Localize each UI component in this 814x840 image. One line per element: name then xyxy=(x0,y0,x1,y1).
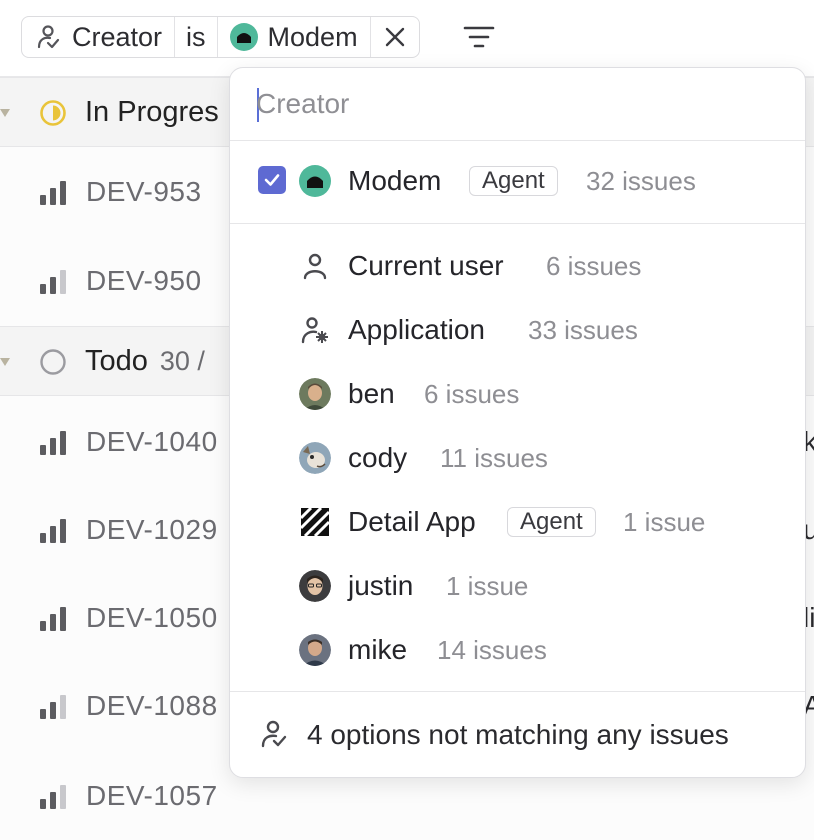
issue-id: DEV-1088 xyxy=(86,690,218,721)
option-justin[interactable]: justin 1 issue xyxy=(230,554,805,618)
issue-count: 11 issues xyxy=(440,442,548,473)
creator-icon xyxy=(261,720,287,748)
filter-operator-button[interactable]: is xyxy=(175,17,218,57)
filter-value-button[interactable]: Modem xyxy=(218,17,371,57)
divider xyxy=(230,223,805,224)
clear-filter-button[interactable] xyxy=(371,17,419,57)
creator-icon xyxy=(37,25,60,49)
issue-id: DEV-1057 xyxy=(86,780,218,811)
group-title-text: Todo xyxy=(85,344,148,377)
option-detail-app[interactable]: Detail App Agent 1 issue xyxy=(230,490,805,554)
group-title: In Progres xyxy=(85,95,219,128)
collapse-triangle-icon xyxy=(0,109,10,117)
issue-count: 32 issues xyxy=(586,165,696,196)
option-label: cody xyxy=(348,442,408,473)
high-priority-icon xyxy=(40,431,68,455)
issue-count: 1 issue xyxy=(446,570,529,601)
agent-badge: Agent xyxy=(469,166,558,196)
checkbox-checked[interactable] xyxy=(258,166,286,194)
issue-id: DEV-1050 xyxy=(86,602,218,633)
filter-field-button[interactable]: Creator xyxy=(22,17,176,57)
option-label: Application xyxy=(348,314,485,345)
issue-count: 1 issue xyxy=(623,506,706,537)
high-priority-icon xyxy=(40,607,68,631)
agent-badge: Agent xyxy=(507,507,596,537)
filter-value-label: Modem xyxy=(267,21,358,52)
medium-priority-icon xyxy=(40,785,68,809)
creator-search-input[interactable] xyxy=(256,84,776,124)
option-cody[interactable]: cody 11 issues xyxy=(230,426,805,490)
creator-filter-dropdown: Modem Agent 32 issues Current user 6 iss… xyxy=(229,67,806,778)
filter-chip: Creator is Modem xyxy=(21,16,420,58)
checkmark-icon xyxy=(264,174,280,186)
group-title: Todo 30 / xyxy=(85,345,205,378)
application-user-icon xyxy=(301,317,328,344)
close-icon xyxy=(385,27,404,47)
dropdown-search xyxy=(230,68,805,141)
justin-avatar-icon xyxy=(299,570,331,602)
filter-lines-icon[interactable] xyxy=(462,22,496,52)
filter-field-label: Creator xyxy=(72,21,163,52)
issue-count: 33 issues xyxy=(528,314,638,345)
option-label: Current user xyxy=(348,250,504,281)
issue-count: 6 issues xyxy=(424,378,520,409)
option-current-user[interactable]: Current user 6 issues xyxy=(230,234,805,298)
user-icon xyxy=(303,253,327,280)
in-progress-icon xyxy=(40,100,66,126)
option-label: mike xyxy=(348,634,408,665)
medium-priority-icon xyxy=(40,695,68,719)
option-label: ben xyxy=(348,378,395,409)
issue-id: DEV-1029 xyxy=(86,514,218,545)
option-label: justin xyxy=(348,570,414,601)
group-count: 30 / xyxy=(159,345,205,376)
option-ben[interactable]: ben 6 issues xyxy=(230,362,805,426)
medium-priority-icon xyxy=(40,270,68,294)
dropdown-footer[interactable]: 4 options not matching any issues xyxy=(230,691,805,777)
high-priority-icon xyxy=(40,181,68,205)
todo-circle-icon xyxy=(40,349,66,375)
filter-operator-label: is xyxy=(186,21,206,52)
cody-avatar-icon xyxy=(299,442,331,474)
issue-id: DEV-953 xyxy=(86,176,202,207)
issue-id: DEV-950 xyxy=(86,265,202,296)
issue-count: 14 issues xyxy=(437,634,547,665)
option-application[interactable]: Application 33 issues xyxy=(230,298,805,362)
collapse-triangle-icon xyxy=(0,358,10,366)
high-priority-icon xyxy=(40,519,68,543)
footer-text: 4 options not matching any issues xyxy=(307,718,729,750)
mike-avatar-icon xyxy=(299,634,331,666)
option-label: Modem xyxy=(348,165,442,196)
ben-avatar-icon xyxy=(299,378,331,410)
issue-count: 6 issues xyxy=(546,250,642,281)
filter-bar: Creator is Modem xyxy=(0,0,814,77)
modem-avatar-icon xyxy=(299,165,331,197)
detail-app-logo-icon xyxy=(299,506,331,538)
option-modem[interactable]: Modem Agent 32 issues xyxy=(230,149,805,213)
option-mike[interactable]: mike 14 issues xyxy=(230,618,805,682)
issue-id: DEV-1040 xyxy=(86,426,218,457)
modem-avatar-icon xyxy=(229,23,258,51)
option-label: Detail App xyxy=(348,506,476,537)
